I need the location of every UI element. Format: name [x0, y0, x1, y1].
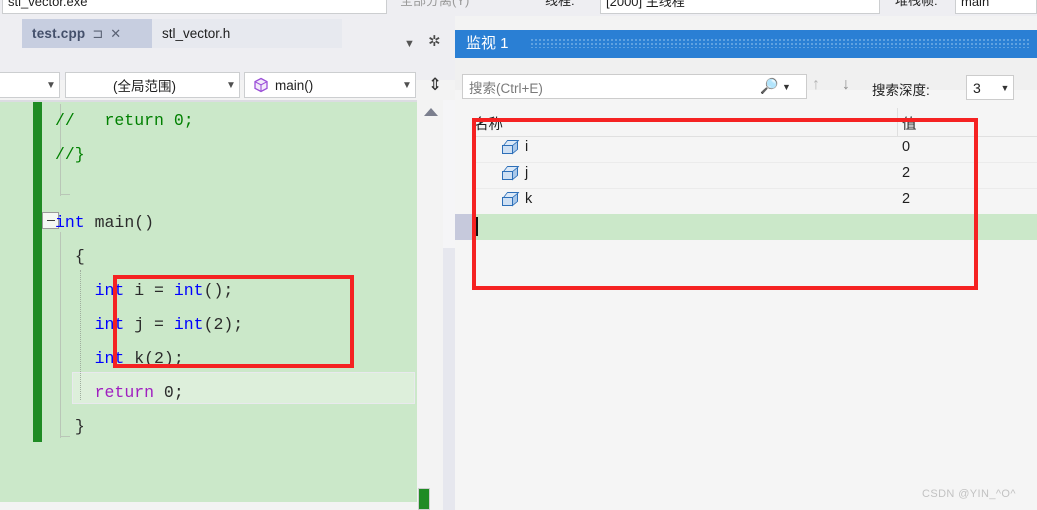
scope-combo[interactable]: (全局范围) ▼ — [65, 72, 240, 98]
thread-label: 线程: — [545, 0, 575, 8]
code-line: int main() — [55, 206, 415, 240]
code-token: } — [74, 417, 85, 436]
arrow-up-icon[interactable]: ↑ — [812, 76, 820, 94]
search-placeholder: 搜索(Ctrl+E) — [469, 80, 543, 96]
target-process-combo[interactable]: stl_vector.exe — [2, 0, 387, 14]
tab-label: stl_vector.h — [162, 26, 231, 41]
code-token: main() — [84, 213, 155, 232]
code-token: return — [94, 383, 155, 402]
editor-top-divider — [0, 100, 455, 102]
row-gutter — [455, 136, 472, 161]
watch-title: 监视 1 — [466, 35, 509, 52]
chevron-down-icon: ▼ — [1000, 82, 1010, 93]
annotation-box-watch — [472, 118, 978, 290]
method-cube-icon — [254, 77, 268, 93]
code-token: { — [74, 247, 85, 266]
search-depth-combo[interactable]: 3 ▼ — [966, 75, 1014, 100]
code-line: // return 0; — [55, 104, 415, 138]
watermark: CSDN @YIN_^O^ — [922, 488, 1016, 500]
top-toolbar-strip: stl_vector.exe 全部分离(Y) 线程: [2000] 主线程 堆栈… — [0, 0, 1037, 16]
close-icon[interactable]: ✕ — [110, 26, 121, 42]
row-gutter — [455, 214, 472, 240]
changed-lines-marker — [33, 102, 42, 442]
search-input[interactable]: 搜索(Ctrl+E) — [462, 74, 807, 99]
search-depth-label: 搜索深度: — [872, 83, 930, 98]
annotation-box-code — [113, 275, 354, 368]
stackframe-label: 堆栈帧: — [895, 0, 938, 8]
scrollbar-change-marker — [418, 488, 430, 510]
code-token: //} — [55, 145, 85, 164]
pin-icon[interactable]: ⊐ — [92, 26, 103, 42]
detach-all-label[interactable]: 全部分离(Y) — [400, 0, 469, 14]
code-line: { — [55, 240, 415, 274]
function-value: main() — [275, 77, 314, 93]
code-line: } — [55, 410, 415, 444]
chevron-down-icon: ▼ — [46, 79, 56, 91]
row-gutter — [455, 188, 472, 213]
project-scope-combo[interactable]: ▼ — [0, 72, 60, 98]
row-gutter — [455, 162, 472, 187]
arrow-down-icon[interactable]: ↓ — [842, 76, 850, 94]
thread-combo[interactable]: [2000] 主线程 — [600, 0, 880, 14]
code-token: int — [55, 213, 85, 232]
chevron-down-icon: ▼ — [226, 79, 236, 91]
titlebar-grip-dots — [530, 38, 1030, 48]
search-depth-value: 3 — [973, 79, 981, 96]
chevron-down-icon[interactable]: ▼ — [782, 82, 791, 92]
code-line: //} — [55, 138, 415, 172]
chevron-down-icon: ▼ — [402, 79, 412, 91]
editor-scrollbar-thumb[interactable] — [443, 100, 455, 248]
function-combo[interactable]: main() ▼ — [244, 72, 416, 98]
tab-stl-vector-h[interactable]: stl_vector.h — [152, 19, 342, 48]
tab-label: test.cpp — [32, 26, 86, 41]
code-line: return 0; — [55, 376, 415, 410]
stackframe-combo[interactable]: main — [955, 0, 1037, 14]
code-token: // return 0; — [55, 111, 194, 130]
scroll-up-arrow-icon[interactable] — [424, 108, 438, 116]
code-text[interactable]: // return 0;//} int main() { int i = int(… — [55, 104, 415, 444]
scope-value: (全局范围) — [113, 79, 176, 94]
search-icon[interactable]: 🔍 — [760, 77, 779, 95]
split-view-icon[interactable]: ⇕ — [424, 70, 446, 100]
tab-test-cpp[interactable]: test.cpp ⊐ ✕ — [22, 19, 152, 48]
code-token: 0; — [154, 383, 184, 402]
